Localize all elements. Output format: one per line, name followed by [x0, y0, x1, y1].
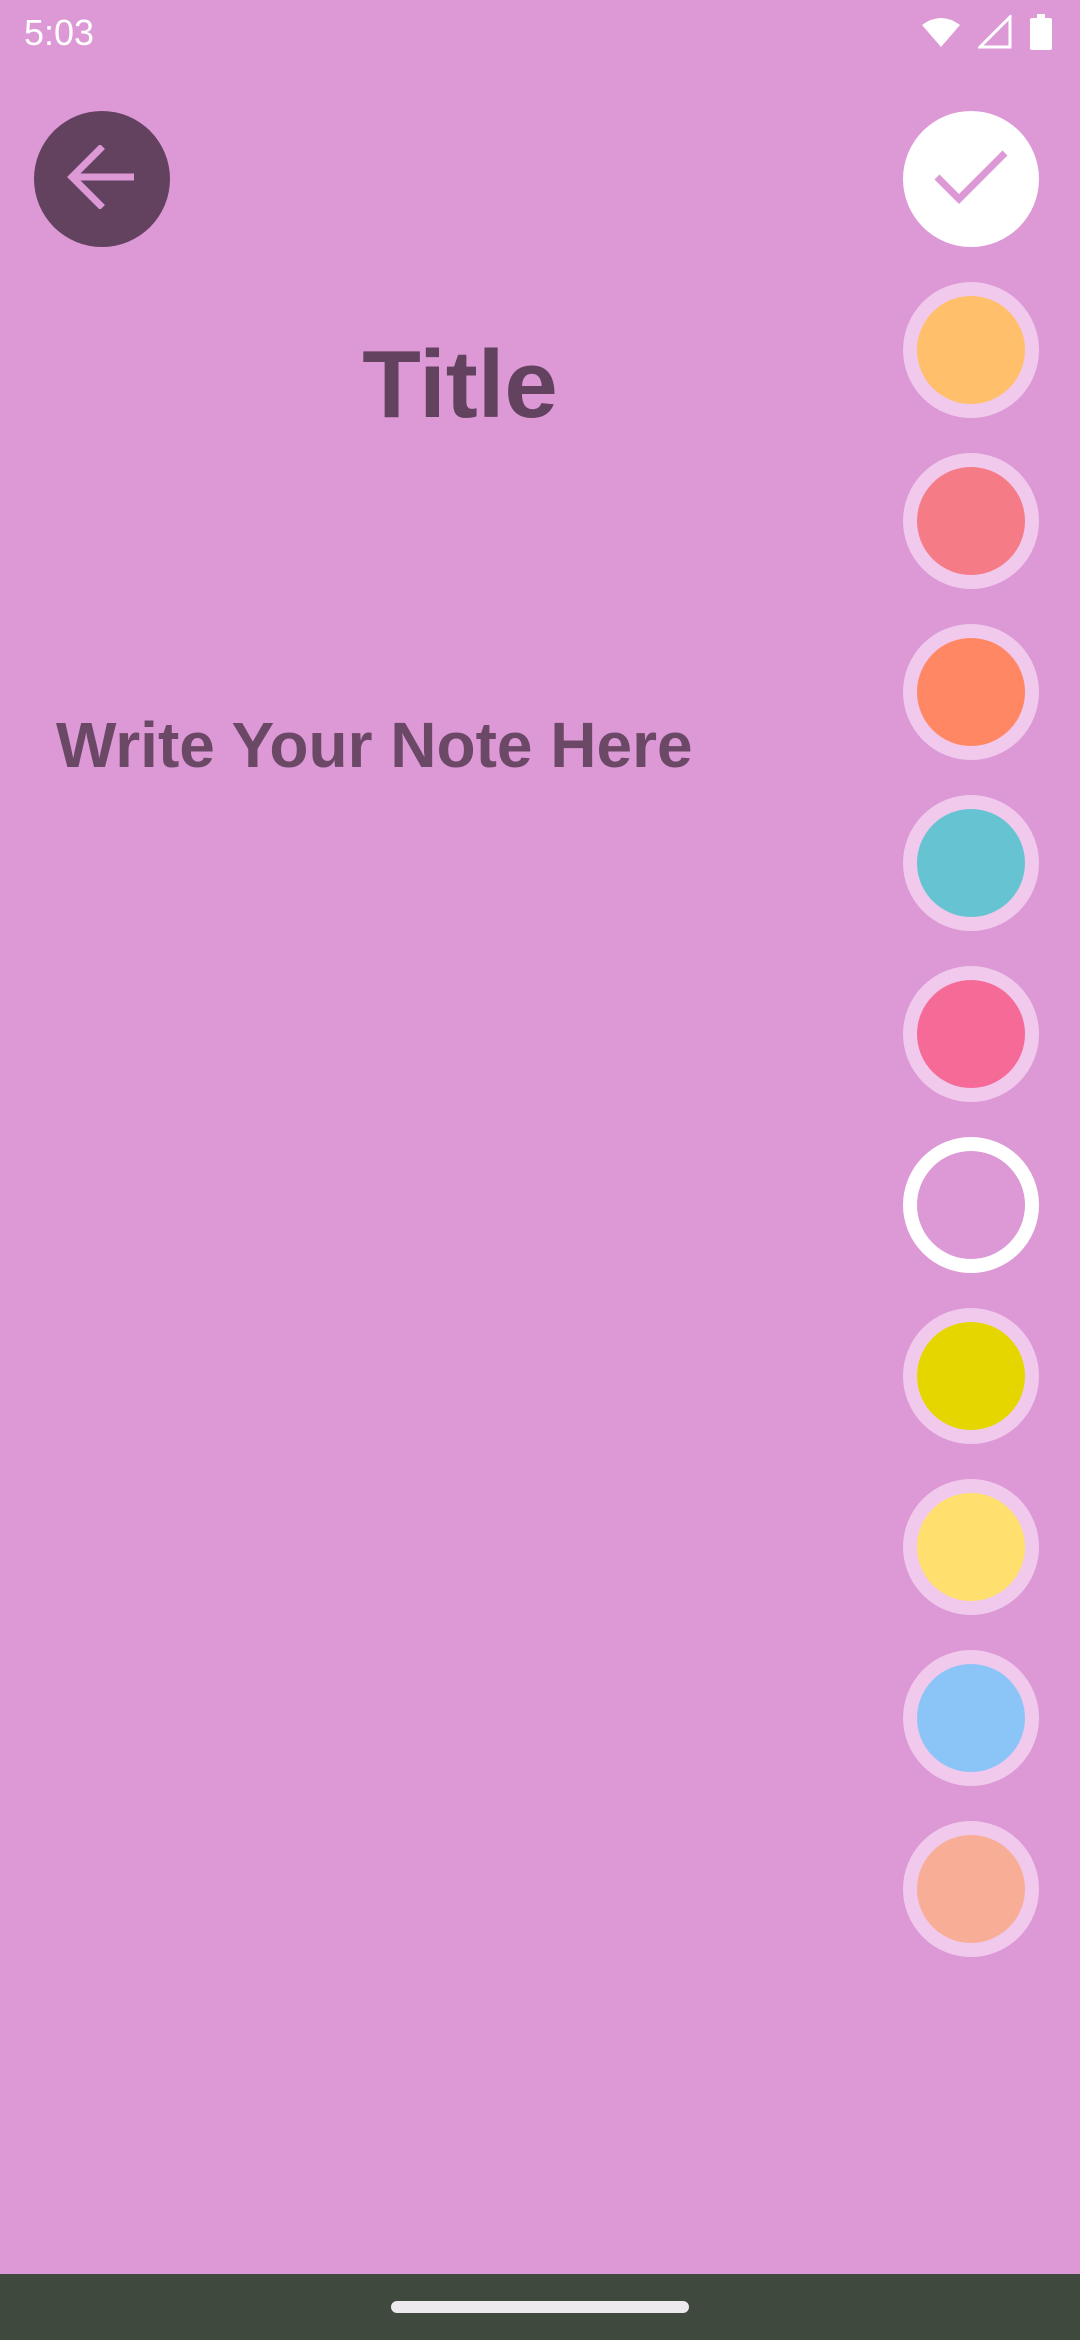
note-input[interactable]: Write Your Note Here [56, 700, 856, 790]
color-swatch-pale-yellow[interactable] [903, 1479, 1039, 1615]
arrow-left-icon [64, 143, 140, 214]
battery-icon [1030, 14, 1052, 55]
title-input[interactable]: Title [60, 320, 860, 450]
color-swatch-orange-light[interactable] [903, 282, 1039, 418]
check-icon [931, 147, 1011, 212]
color-swatch-orchid[interactable] [903, 1137, 1039, 1273]
color-swatch-pink[interactable] [903, 966, 1039, 1102]
color-swatch-yellow[interactable] [903, 1308, 1039, 1444]
color-swatch-rose[interactable] [903, 453, 1039, 589]
save-button[interactable] [903, 111, 1039, 247]
wifi-icon [922, 17, 960, 52]
status-icons [922, 13, 1052, 55]
color-swatch-sky-blue[interactable] [903, 1650, 1039, 1786]
home-handle[interactable] [391, 2301, 689, 2313]
color-swatch-teal[interactable] [903, 795, 1039, 931]
color-swatch-coral[interactable] [903, 624, 1039, 760]
color-swatch-peach[interactable] [903, 1821, 1039, 1957]
back-button[interactable] [34, 111, 170, 247]
status-bar: 5:03 [0, 0, 1080, 66]
signal-icon [976, 13, 1012, 54]
status-time: 5:03 [24, 12, 95, 53]
